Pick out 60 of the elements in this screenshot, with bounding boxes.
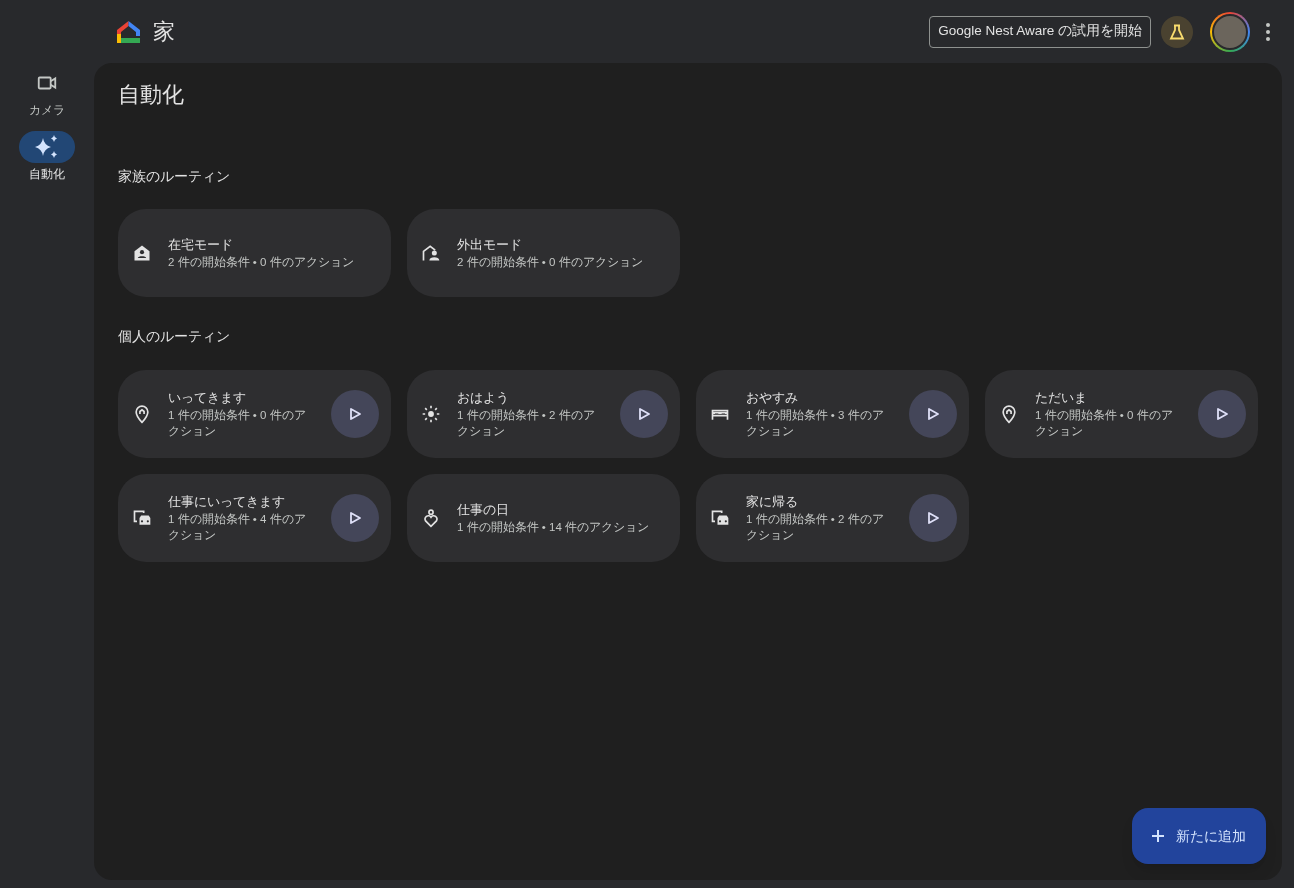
routine-detail: 1 件の開始条件 • 4 件のアクション: [168, 511, 307, 543]
play-button[interactable]: [620, 389, 668, 438]
routine-detail: 2 件の開始条件 • 0 件のアクション: [168, 255, 355, 271]
plus-icon: [1152, 830, 1164, 842]
lab-button[interactable]: [1161, 15, 1193, 48]
flask-icon: [1169, 23, 1185, 40]
routine-name: 外出モード: [457, 236, 523, 255]
location-pin-icon: [999, 403, 1019, 424]
person-heart-icon: [421, 507, 441, 528]
avatar[interactable]: [1210, 11, 1250, 52]
sun-icon: [421, 403, 441, 424]
section-heading: 家族のルーティン: [118, 168, 231, 186]
play-button[interactable]: [331, 389, 379, 438]
routine-card[interactable]: 外出モード 2 件の開始条件 • 0 件のアクション: [407, 209, 680, 298]
routine-detail: 1 件の開始条件 • 2 件のアクション: [457, 407, 596, 439]
play-button[interactable]: [909, 493, 957, 542]
play-icon: [348, 510, 362, 525]
routine-name: おやすみ: [746, 388, 799, 407]
routine-name: ただいま: [1035, 388, 1088, 407]
routine-name: 仕事にいってきます: [168, 492, 286, 511]
play-icon: [926, 406, 940, 421]
routine-detail: 1 件の開始条件 • 2 件のアクション: [746, 511, 885, 543]
routine-name: おはよう: [457, 388, 510, 407]
routine-card[interactable]: 家に帰る 1 件の開始条件 • 2 件のアクション: [696, 473, 969, 562]
routine-card[interactable]: おやすみ 1 件の開始条件 • 3 件のアクション: [696, 369, 969, 458]
location-pin-icon: [132, 403, 152, 424]
play-button[interactable]: [331, 493, 379, 542]
nav-item[interactable]: カメラ: [19, 67, 75, 119]
routine-detail: 1 件の開始条件 • 0 件のアクション: [168, 407, 307, 439]
play-icon: [637, 406, 651, 421]
house-logo-icon: [116, 19, 141, 44]
play-icon: [926, 510, 940, 525]
trial-button[interactable]: Google Nest Aware の試用を開始: [929, 15, 1151, 48]
routine-card[interactable]: おはよう 1 件の開始条件 • 2 件のアクション: [407, 369, 680, 458]
section-heading: 個人のルーティン: [118, 328, 231, 347]
routine-card[interactable]: 仕事の日 1 件の開始条件 • 14 件のアクション: [407, 473, 680, 562]
home-title: 家: [153, 18, 175, 46]
routine-card[interactable]: いってきます 1 件の開始条件 • 0 件のアクション: [118, 369, 391, 458]
add-new-button[interactable]: 新たに追加: [1132, 808, 1266, 864]
routine-detail: 1 件の開始条件 • 0 件のアクション: [1035, 407, 1174, 439]
house-person-icon: [132, 243, 152, 264]
routine-detail: 1 件の開始条件 • 14 件のアクション: [457, 519, 650, 535]
play-icon: [348, 406, 362, 421]
play-button[interactable]: [909, 389, 957, 438]
routine-name: 仕事の日: [457, 500, 510, 519]
play-icon: [1215, 406, 1229, 421]
routine-card[interactable]: 仕事にいってきます 1 件の開始条件 • 4 件のアクション: [118, 473, 391, 562]
house-person-icon: [421, 243, 441, 264]
routine-name: いってきます: [168, 388, 247, 407]
play-button[interactable]: [1198, 389, 1246, 438]
page-title: 自動化: [118, 81, 185, 109]
nav-label: 自動化: [29, 166, 65, 183]
more-menu-icon[interactable]: [1266, 22, 1270, 41]
routine-card[interactable]: 在宅モード 2 件の開始条件 • 0 件のアクション: [118, 209, 391, 298]
routine-card[interactable]: ただいま 1 件の開始条件 • 0 件のアクション: [985, 369, 1258, 458]
routine-detail: 1 件の開始条件 • 3 件のアクション: [746, 407, 885, 439]
routine-name: 家に帰る: [746, 492, 799, 511]
routine-detail: 2 件の開始条件 • 0 件のアクション: [457, 255, 644, 271]
routine-name: 在宅モード: [168, 236, 234, 255]
nav-label: カメラ: [29, 102, 65, 119]
